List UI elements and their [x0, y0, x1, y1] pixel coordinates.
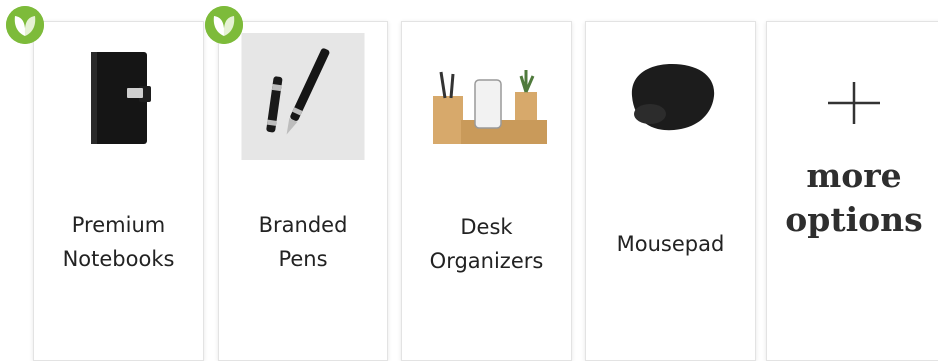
pens-image — [241, 33, 365, 160]
eco-leaf-icon — [205, 6, 243, 44]
more-label-line1: more — [806, 156, 902, 195]
product-label: Branded Pens — [258, 213, 348, 271]
plus-icon — [828, 82, 880, 129]
product-label: Mousepad — [616, 232, 725, 256]
more-options-label: more options — [767, 154, 938, 242]
more-options-card[interactable]: more options — [766, 21, 938, 361]
eco-leaf-icon — [6, 6, 44, 44]
product-label: Desk Organizers — [429, 215, 544, 273]
more-label-line2: options — [785, 200, 923, 239]
desk-organizer-image — [423, 62, 551, 152]
notebook-image — [79, 48, 159, 148]
product-card-branded-pens[interactable]: Branded Pens — [218, 21, 388, 361]
mousepad-image — [620, 56, 722, 140]
product-card-premium-notebooks[interactable]: Premium Notebooks — [33, 21, 204, 361]
product-card-desk-organizers[interactable]: Desk Organizers — [401, 21, 572, 361]
product-label: Premium Notebooks — [62, 213, 175, 271]
product-card-mousepad[interactable]: Mousepad — [585, 21, 756, 361]
